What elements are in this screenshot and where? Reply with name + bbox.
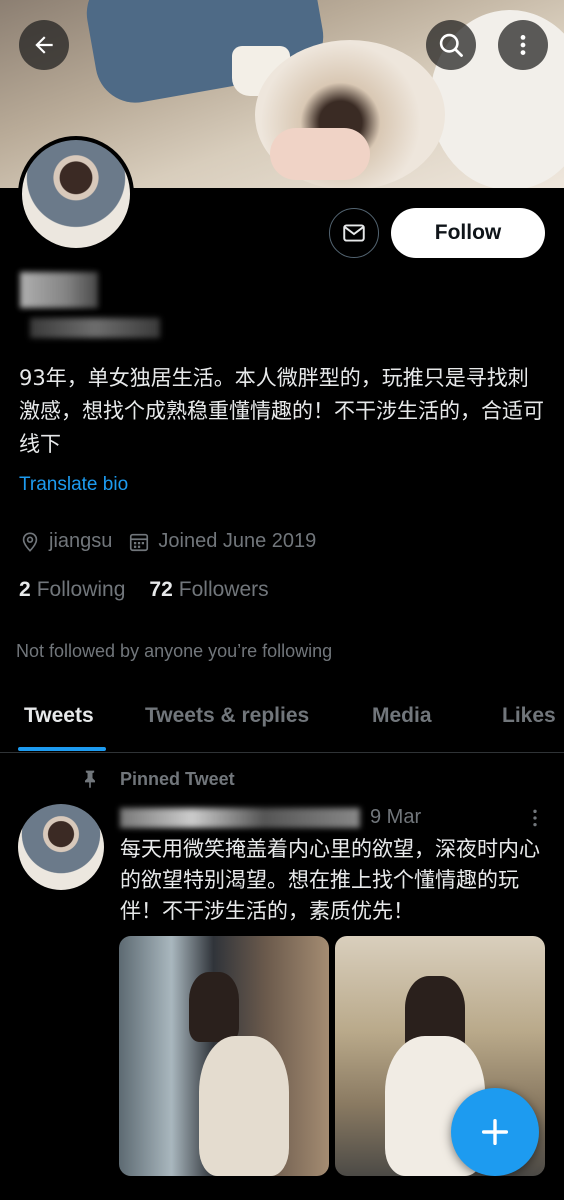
pinned-tweet-label: Pinned Tweet xyxy=(120,768,235,789)
tweet-photo-1[interactable] xyxy=(119,936,329,1176)
pinned-label-row: Pinned Tweet xyxy=(80,768,235,790)
translate-bio-link[interactable]: Translate bio xyxy=(19,474,128,496)
following-link[interactable]: 2 Following xyxy=(19,578,125,602)
followers-count: 72 xyxy=(149,578,173,601)
tweet-author-avatar[interactable] xyxy=(18,804,104,890)
tweet-author-redacted xyxy=(120,808,360,828)
more-vertical-icon xyxy=(520,35,526,55)
profile-avatar[interactable] xyxy=(18,136,134,252)
joined-text: Joined June 2019 xyxy=(158,530,317,552)
tab-tweets-replies[interactable]: Tweets & replies xyxy=(145,704,309,728)
message-button[interactable] xyxy=(329,208,379,258)
display-name-redacted xyxy=(20,272,98,308)
tweet-more-icon[interactable] xyxy=(525,806,545,830)
calendar-icon xyxy=(130,533,149,551)
arrow-left-icon xyxy=(35,36,53,54)
tweet-header: 9 Mar xyxy=(120,806,550,832)
not-followed-text: Not followed by anyone you’re following xyxy=(16,641,333,661)
more-options-button[interactable] xyxy=(498,20,548,70)
search-button[interactable] xyxy=(426,20,476,70)
compose-tweet-button[interactable] xyxy=(451,1088,539,1176)
tweet-text: 每天用微笑掩盖着内心里的欲望，深夜时内心的欲望特别渴望。想在推上找个懂情趣的玩伴… xyxy=(120,837,540,923)
followers-label: Followers xyxy=(178,578,269,601)
location-item: jiangsu xyxy=(19,530,112,553)
pin-icon xyxy=(85,770,95,789)
following-count: 2 xyxy=(19,578,31,601)
profile-tabs: Tweets Tweets & replies Media Likes xyxy=(0,690,564,753)
tab-tweets[interactable]: Tweets xyxy=(24,704,94,728)
tab-media[interactable]: Media xyxy=(372,704,432,728)
handle-redacted xyxy=(30,318,160,338)
follow-button[interactable]: Follow xyxy=(391,208,545,258)
profile-meta: jiangsu Joined June 2019 xyxy=(19,530,332,553)
tweet-date: 9 Mar xyxy=(370,806,422,828)
profile-bio: 93年，单女独居生活。本人微胖型的，玩推只是寻找刺激感，想找个成熟稳重懂情趣的！… xyxy=(19,366,544,456)
location-text: jiangsu xyxy=(49,530,113,552)
tab-likes[interactable]: Likes xyxy=(502,704,556,728)
following-label: Following xyxy=(36,578,126,601)
follow-counts: 2 Following 72 Followers xyxy=(19,578,293,602)
location-pin-icon xyxy=(22,531,38,552)
followers-link[interactable]: 72 Followers xyxy=(149,578,268,602)
active-tab-indicator xyxy=(18,747,106,751)
joined-item: Joined June 2019 xyxy=(128,530,316,553)
plus-icon xyxy=(481,1118,509,1146)
back-button[interactable] xyxy=(19,20,69,70)
envelope-icon xyxy=(343,224,365,242)
search-icon xyxy=(439,33,463,57)
